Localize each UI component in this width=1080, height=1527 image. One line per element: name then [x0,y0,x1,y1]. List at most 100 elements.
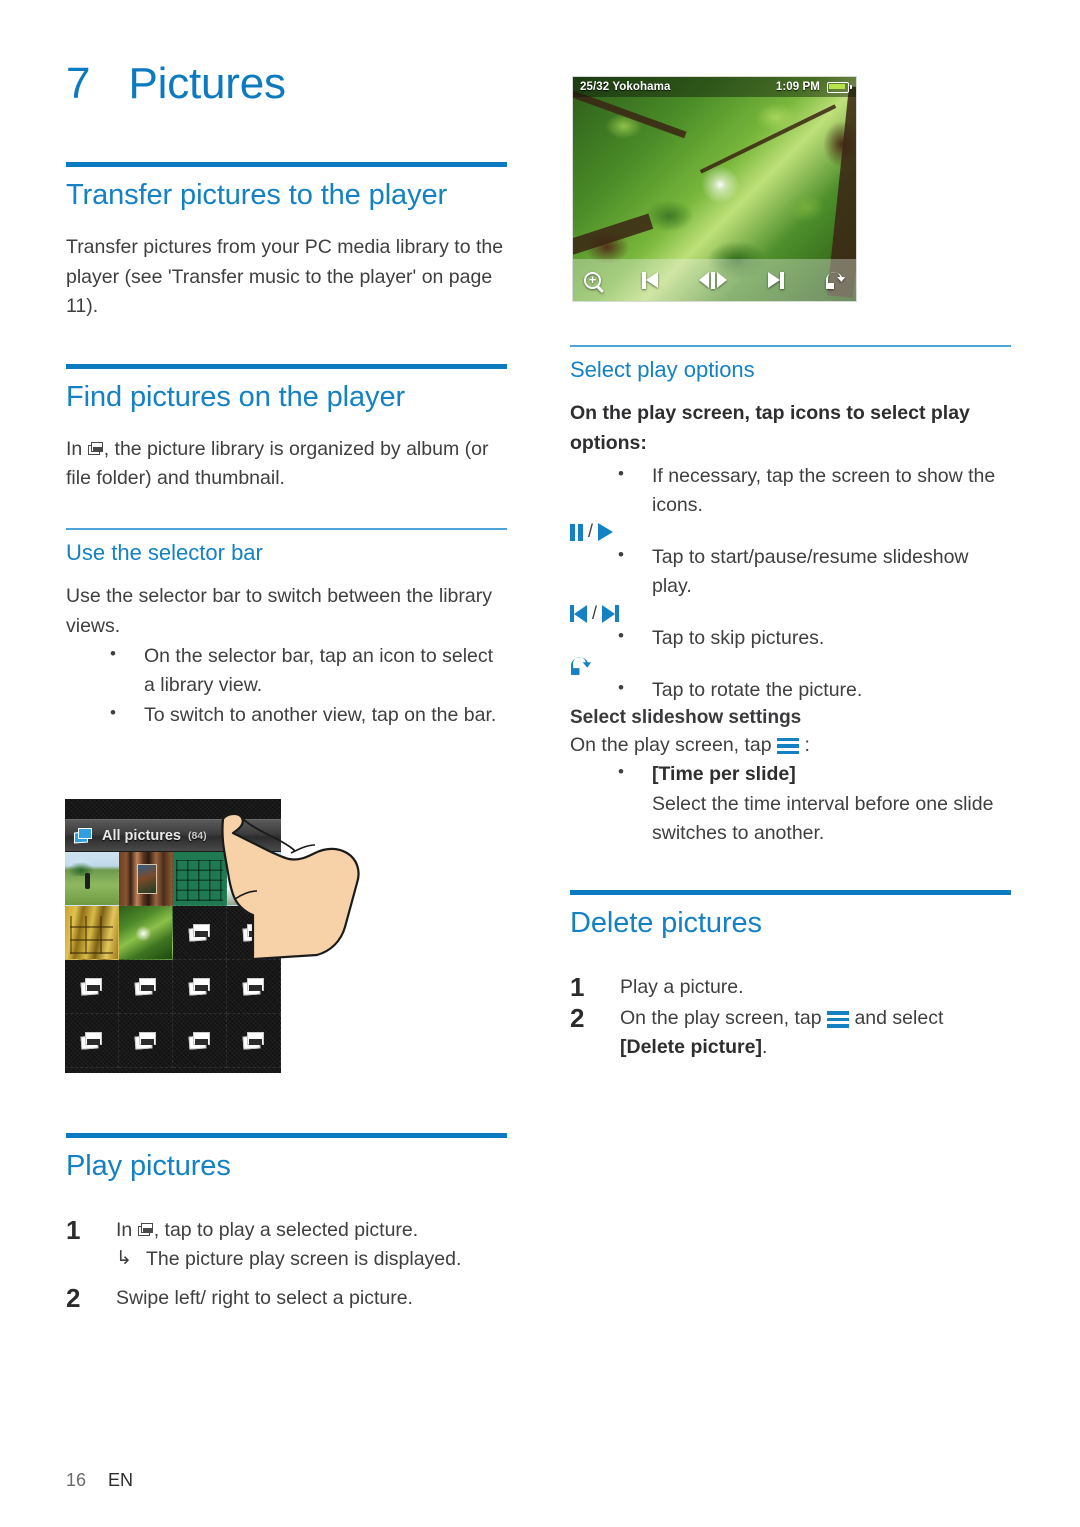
list-item: [Time per slide] Select the time interva… [570,759,1011,848]
pictures-view-icon[interactable] [74,827,93,844]
hamburger-menu-icon [827,1011,850,1028]
next-icon[interactable] [768,271,784,289]
play-glyph [598,523,614,542]
selector-bar[interactable]: All pictures (84) [65,819,281,852]
glyph-separator: / [588,521,594,542]
thumbnail-photo-yellow-wall[interactable] [65,906,119,960]
previous-glyph [570,604,587,623]
picture-stack-icon [80,977,103,996]
slideshow-lead-before: On the play screen, tap [570,733,778,756]
list-item: To switch to another view, tap on the ba… [66,700,507,730]
list-play-options-pause: Tap to start/pause/resume slideshow play… [570,542,1011,602]
page-footer: 16 EN [66,1470,133,1491]
thumbnail-placeholder[interactable] [173,906,227,960]
picture-play-screenshot: 25/32 Yokohama 1:09 PM [572,76,857,302]
pause-play-icon: / [570,522,1011,542]
paragraph-slideshow-lead: On the play screen, tap : [570,731,1011,761]
heading-transfer-pictures: Transfer pictures to the player [66,179,448,211]
glyph-separator: / [592,602,598,623]
list-play-options-skip: Tap to skip pictures. [570,623,1011,653]
thumbnail-placeholder[interactable] [119,1014,173,1068]
step-number: 2 [570,1003,585,1034]
thumbnail-placeholder[interactable] [173,1014,227,1068]
thumbnail-placeholder[interactable] [65,1014,119,1068]
list-play-options-first: If necessary, tap the screen to show the… [570,461,1011,521]
rotate-icon-row [570,656,1011,675]
picture-stack-icon [134,977,157,996]
chapter-title: Pictures [128,59,286,108]
thumbnail-photo-green-building[interactable] [173,852,227,906]
thumbnail-photo-sun-leaves[interactable] [119,906,173,960]
paragraph-selector-body: Use the selector bar to switch between t… [66,585,492,637]
step-number: 1 [570,971,585,1002]
section-rule-play [66,1133,507,1138]
thumbnail-grid [65,852,281,1073]
pause-glyph [570,523,583,541]
next-glyph [602,604,620,623]
step-item: 2 On the play screen, tap and select [De… [570,1003,1011,1063]
delete-picture-option: [Delete picture] [620,1036,762,1059]
list-slideshow-settings: [Time per slide] Select the time interva… [570,759,1011,848]
picture-stack-icon [242,977,265,996]
picture-stack-icon [188,1031,211,1050]
thumbnail-photo-park[interactable] [65,852,119,906]
manual-page: 7 Pictures Transfer pictures to the play… [0,0,1080,1527]
thumbnail-photo-white-house[interactable] [227,852,281,906]
device-control-bar[interactable] [573,259,856,301]
device-status-bar: 25/32 Yokohama 1:09 PM [573,77,856,97]
list-play-options-rotate: Tap to rotate the picture. [570,675,1011,705]
thumbnail-photo-wood[interactable] [119,852,173,906]
paragraph-transfer-body: Transfer pictures from your PC media lib… [66,235,504,318]
step-text-after: , tap to play a selected picture. [153,1218,419,1241]
previous-icon[interactable] [642,271,658,289]
section-rule-play-options [570,345,1011,347]
thumbnail-placeholder[interactable] [65,960,119,1014]
thumbnail-placeholder[interactable] [227,960,281,1014]
heading-find-pictures: Find pictures on the player [66,380,406,413]
zoom-in-icon[interactable] [584,271,601,289]
chapter-heading: 7 Pictures [66,62,507,106]
thumbnail-placeholder[interactable] [227,906,281,960]
battery-icon [827,81,852,93]
section-rule-transfer [66,162,507,167]
previous-next-icon: / [570,602,1011,624]
delete-text-after: and select [849,1007,944,1030]
hamburger-menu-icon [777,737,800,755]
slideshow-lead-after: : [804,733,810,756]
find-text-before: In [66,437,88,460]
step-item: 1 In , tap to play a selected picture. ↳… [66,1214,507,1275]
section-rule-selector [66,527,507,530]
pictures-library-icon [137,1222,154,1238]
list-item: On the selector bar, tap an icon to sele… [66,641,507,701]
language-code: EN [108,1470,134,1490]
step-number: 2 [66,1283,81,1314]
rotate-icon[interactable] [825,271,845,289]
status-time: 1:09 PM [775,81,820,93]
delete-text-end: . [761,1036,768,1059]
thumbnail-placeholder[interactable] [227,1014,281,1068]
picture-stack-icon [188,977,211,996]
step-item: 1 Play a picture. [570,971,1011,1002]
picture-stack-icon [188,923,211,942]
pictures-library-icon [87,441,104,457]
heading-select-slideshow-settings: Select slideshow settings [570,706,802,728]
find-text-after: , the picture library is organized by al… [66,437,489,490]
thumbnail-placeholder[interactable] [173,960,227,1014]
selector-bar-count: (84) [187,829,207,842]
chapter-number: 7 [66,59,91,108]
step-number: 1 [66,1214,81,1245]
heading-play-pictures: Play pictures [66,1150,231,1182]
thumbnail-placeholder[interactable] [119,960,173,1014]
list-play-steps: 1 In , tap to play a selected picture. ↳… [66,1214,507,1314]
heading-delete-pictures: Delete pictures [570,907,762,939]
delete-text-before: On the play screen, tap [620,1007,828,1030]
list-item: Tap to start/pause/resume slideshow play… [570,542,1011,602]
left-column-lower: Play pictures 1 In , tap to play a selec… [66,1133,507,1324]
option-time-per-slide-description: Select the time interval before one slid… [652,792,994,844]
result-text: The picture play screen is displayed. [146,1248,462,1271]
list-item: Tap to rotate the picture. [570,675,1011,705]
section-rule-find [66,363,507,369]
status-picture-index-and-name: 25/32 Yokohama [580,81,671,93]
list-selector-bullets: On the selector bar, tap an icon to sele… [66,641,507,731]
pause-icon[interactable] [699,271,727,289]
